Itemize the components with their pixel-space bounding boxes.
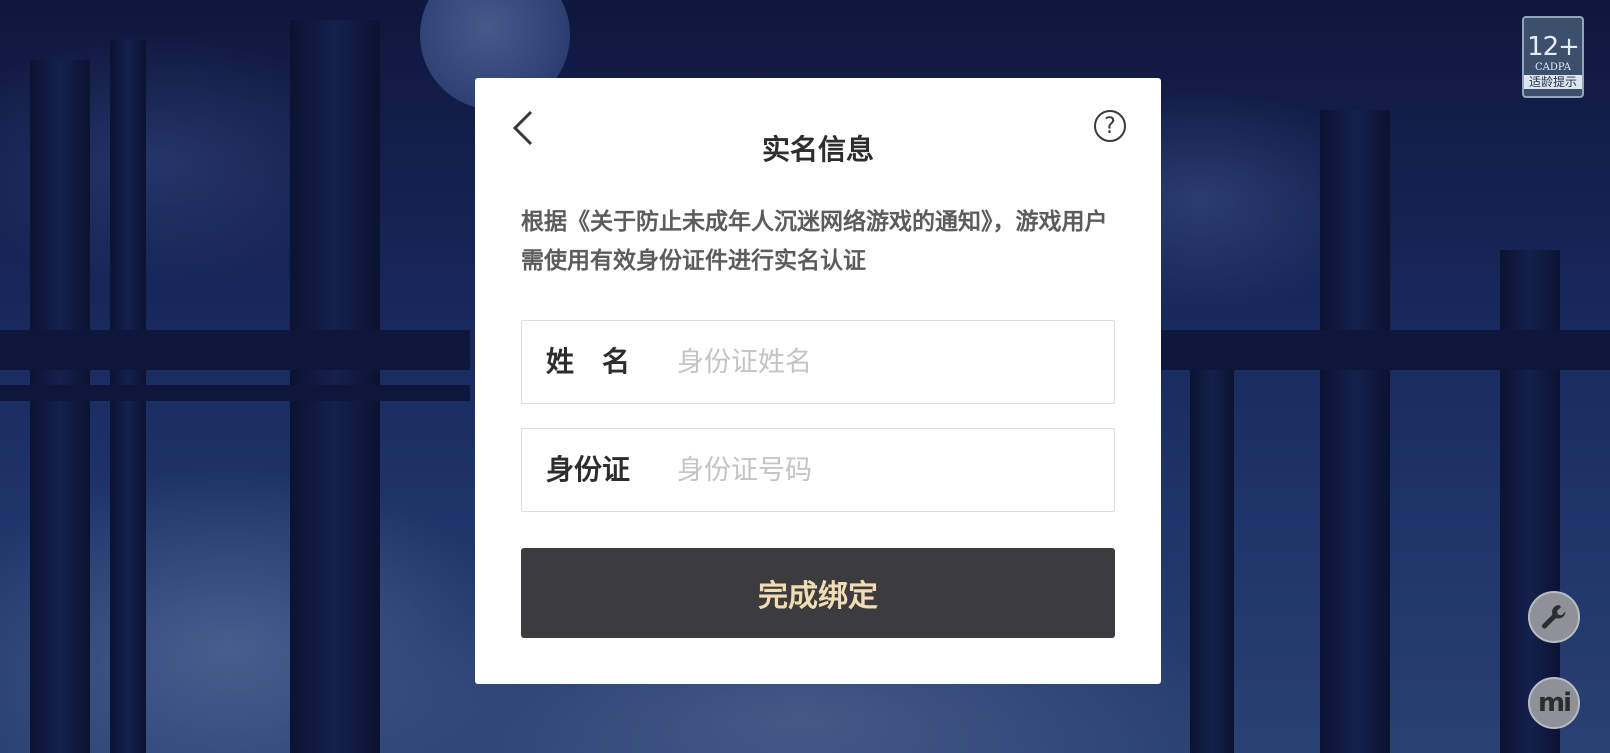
name-input[interactable]	[677, 337, 1087, 387]
age-rating-tip: 适龄提示	[1524, 75, 1582, 89]
id-field: 身份证	[521, 428, 1115, 512]
name-field-label: 姓 名	[546, 345, 631, 378]
age-rating-badge[interactable]: 12+ CADPA 适龄提示	[1522, 16, 1584, 98]
wrench-icon	[1542, 605, 1566, 629]
id-number-input[interactable]	[677, 445, 1087, 495]
age-rating-org: CADPA	[1535, 62, 1571, 73]
name-field: 姓 名	[521, 320, 1115, 404]
notice-text: 根据《关于防止未成年人沉迷网络游戏的通知》，游戏用户需使用有效身份证件进行实名认…	[521, 209, 1108, 274]
mi-logo-icon: mi	[1537, 688, 1572, 718]
dialog-title: 实名信息	[761, 133, 874, 166]
complete-binding-button[interactable]: 完成绑定	[521, 548, 1115, 638]
age-rating-text: 12+	[1527, 32, 1580, 62]
id-field-label: 身份证	[546, 453, 631, 486]
account-button[interactable]: mi	[1528, 677, 1580, 729]
help-button[interactable]: ?	[1094, 110, 1126, 142]
real-name-dialog: 实名信息 ? 根据《关于防止未成年人沉迷网络游戏的通知》，游戏用户需使用有效身份…	[475, 78, 1161, 684]
question-mark-icon: ?	[1104, 113, 1116, 139]
tools-button[interactable]	[1528, 591, 1580, 643]
